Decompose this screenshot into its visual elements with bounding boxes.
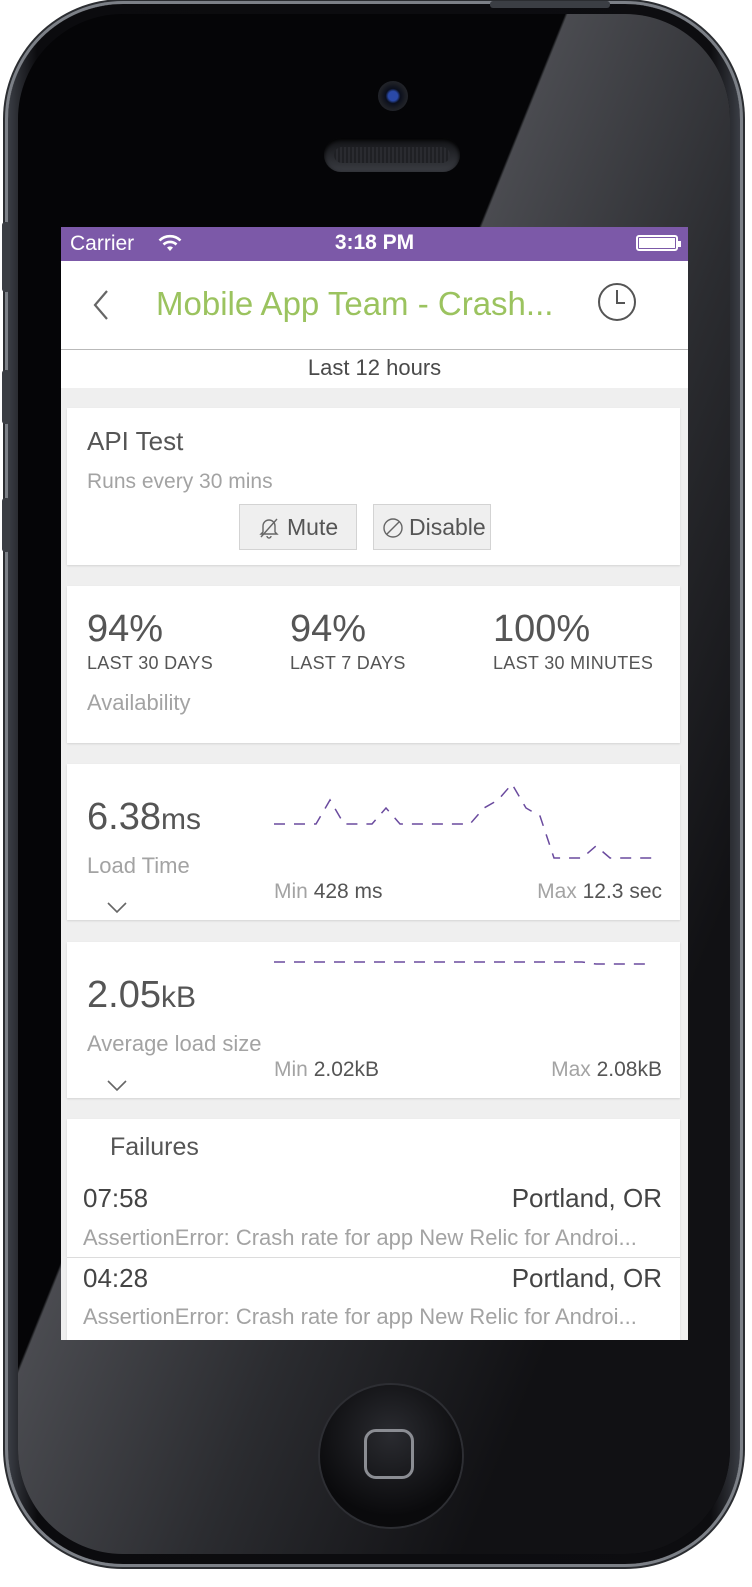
load-time-sparkline	[274, 782, 652, 859]
load-time-value: 6.38ms	[87, 796, 201, 838]
failure-message: AssertionError: Crash rate for app New R…	[83, 1304, 637, 1329]
load-size-card[interactable]: 2.05kB Average load size Min 2.02kB Max …	[67, 942, 680, 1098]
mute-switch	[2, 222, 10, 292]
load-time-label: Load Time	[87, 853, 190, 878]
failures-card: Failures 07:58 Portland, OR AssertionErr…	[67, 1119, 680, 1340]
load-size-label: Average load size	[87, 1031, 262, 1056]
failure-row[interactable]: 04:28 Portland, OR AssertionError: Crash…	[67, 1257, 680, 1340]
failures-title: Failures	[110, 1133, 199, 1161]
nav-bar: Mobile App Team - Crash...	[61, 261, 688, 350]
home-button[interactable]	[320, 1385, 462, 1527]
failure-row[interactable]: 07:58 Portland, OR AssertionError: Crash…	[67, 1183, 680, 1261]
failure-message: AssertionError: Crash rate for app New R…	[83, 1225, 637, 1250]
status-time: 3:18 PM	[334, 231, 415, 254]
expand-chevron-icon[interactable]	[106, 1079, 128, 1093]
volume-down-button	[2, 498, 10, 552]
stat-last-7-days: 94% LAST 7 DAYS	[290, 608, 406, 673]
load-size-min: Min 2.02kB	[274, 1058, 380, 1081]
disable-icon	[383, 518, 403, 538]
failure-time: 04:28	[83, 1263, 149, 1293]
load-time-max: Max 12.3 sec	[537, 880, 662, 903]
time-range-label[interactable]: Last 12 hours	[61, 350, 688, 388]
failure-location: Portland, OR	[511, 1183, 662, 1213]
availability-label: Availability	[87, 690, 191, 715]
stat-last-30-days: 94% LAST 30 DAYS	[87, 608, 213, 673]
earpiece-speaker	[324, 138, 460, 172]
page-title: Mobile App Team - Crash...	[156, 285, 554, 322]
status-bar: Carrier 3:18 PM	[61, 227, 688, 261]
load-time-min: Min 428 ms	[274, 880, 383, 903]
stat-last-30-minutes: 100% LAST 30 MINUTES	[493, 608, 654, 673]
load-size-max: Max 2.08kB	[551, 1058, 662, 1081]
disable-button[interactable]: Disable	[373, 504, 491, 550]
battery-icon	[636, 235, 681, 251]
disable-label: Disable	[409, 514, 486, 540]
load-time-card[interactable]: 6.38ms Load Time Min 428 ms Max 12.3 sec	[67, 764, 680, 920]
expand-chevron-icon[interactable]	[106, 901, 128, 915]
monitor-name: API Test	[87, 426, 184, 456]
mute-label: Mute	[287, 514, 339, 540]
back-chevron-icon[interactable]	[87, 287, 117, 323]
front-camera	[378, 81, 408, 111]
load-size-value: 2.05kB	[87, 974, 196, 1016]
monitor-card: API Test Runs every 30 mins Mute Disable	[67, 408, 680, 565]
mute-button[interactable]: Mute	[239, 504, 357, 550]
monitor-schedule: Runs every 30 mins	[87, 470, 273, 493]
failure-location: Portland, OR	[511, 1263, 662, 1293]
power-button	[490, 1, 610, 8]
failure-time: 07:58	[83, 1183, 149, 1213]
volume-up-button	[2, 370, 10, 424]
availability-card: 94% LAST 30 DAYS 94% LAST 7 DAYS 100% LA…	[67, 586, 680, 743]
app-screen: Carrier 3:18 PM Mobile App Team - Crash.…	[61, 227, 688, 1340]
clock-icon[interactable]	[597, 282, 637, 322]
bell-muted-icon	[259, 518, 279, 539]
load-size-sparkline	[274, 961, 652, 965]
